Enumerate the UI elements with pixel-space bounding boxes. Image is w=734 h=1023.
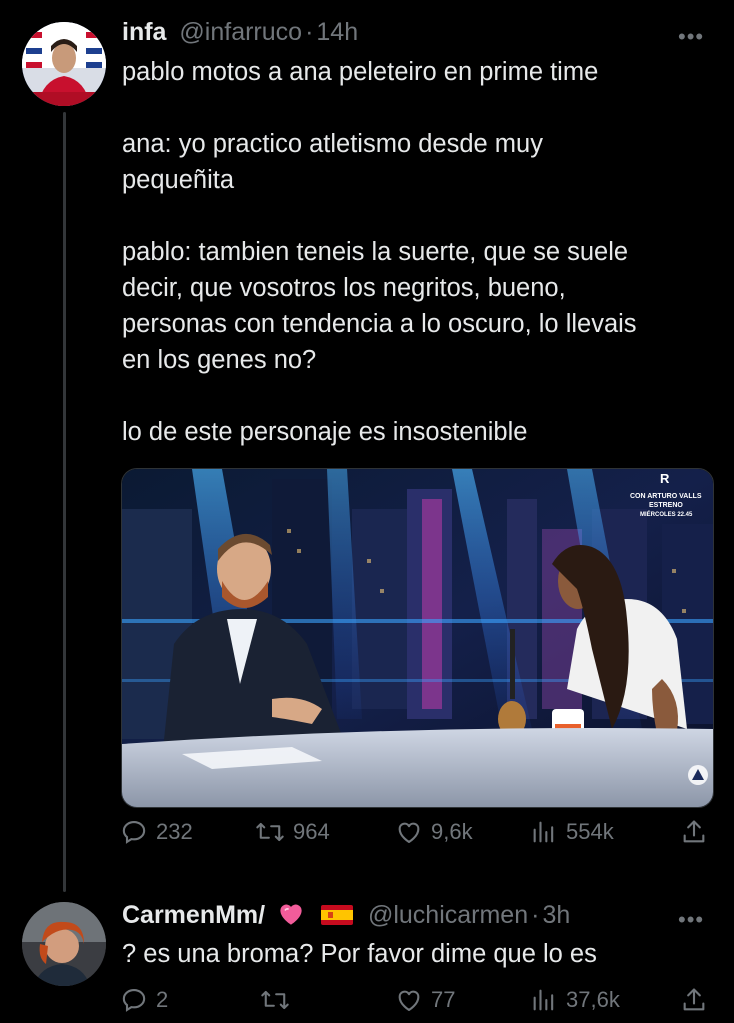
svg-text:R: R bbox=[660, 471, 670, 486]
avatar[interactable] bbox=[22, 22, 106, 106]
heart-icon bbox=[398, 822, 420, 843]
tweet-text: pablo motos a ana peleteiro en prime tim… bbox=[122, 58, 637, 446]
overlay-text-3: MIÉRCOLES 22.45 bbox=[640, 510, 693, 518]
reply-icon bbox=[122, 821, 146, 844]
reply-count: 232 bbox=[156, 819, 193, 844]
tweet-text: ? es una broma? Por favor dime que lo es bbox=[122, 940, 597, 968]
views-icon bbox=[533, 821, 554, 843]
tv-show-image: R CON ARTURO VALLS ESTRENO MIÉRCOLES 22.… bbox=[122, 469, 713, 807]
avatar-image bbox=[22, 902, 106, 986]
views-button[interactable]: 554k bbox=[530, 818, 680, 846]
views-count: 554k bbox=[566, 819, 614, 844]
reply-icon bbox=[122, 989, 146, 1012]
like-button[interactable]: 9,6k bbox=[395, 818, 530, 846]
views-count: 37,6k bbox=[566, 987, 620, 1012]
tweet-actions: 2 77 37,6k bbox=[120, 986, 715, 1014]
tweet-image[interactable]: R CON ARTURO VALLS ESTRENO MIÉRCOLES 22.… bbox=[121, 468, 714, 808]
share-button[interactable] bbox=[680, 818, 710, 846]
user-handle[interactable]: @luchicarmen bbox=[368, 901, 528, 929]
timestamp[interactable]: 14h bbox=[316, 18, 358, 46]
pink-heart-emoji-icon bbox=[280, 904, 302, 925]
tweet-header: infa @infarruco · 14h bbox=[122, 18, 358, 47]
separator: · bbox=[305, 18, 314, 46]
retweet-count: 964 bbox=[293, 819, 330, 844]
overlay-text-2: ESTRENO bbox=[649, 502, 683, 509]
tweet-1[interactable]: infa @infarruco · 14h ••• pablo motos a an… bbox=[0, 0, 734, 892]
user-handle[interactable]: @infarruco bbox=[179, 18, 302, 46]
thread-line bbox=[63, 112, 66, 892]
more-options-icon[interactable]: ••• bbox=[678, 907, 704, 933]
heart-icon bbox=[398, 990, 420, 1011]
tweet-2[interactable]: CarmenMm/ @luchicarmen · 3h ••• ? es una b… bbox=[0, 880, 734, 1023]
share-icon bbox=[683, 988, 705, 1011]
overlay-text-1: CON ARTURO VALLS bbox=[630, 493, 702, 500]
like-count: 9,6k bbox=[431, 819, 473, 844]
views-icon bbox=[533, 989, 554, 1011]
retweet-icon bbox=[256, 822, 284, 842]
reply-button[interactable]: 2 bbox=[120, 986, 260, 1014]
tweet-actions: 232 964 9,6k 554k bbox=[120, 818, 715, 846]
display-name[interactable]: infa bbox=[122, 18, 166, 46]
share-icon bbox=[683, 820, 705, 843]
separator: · bbox=[531, 901, 540, 929]
avatar[interactable] bbox=[22, 902, 106, 986]
retweet-button[interactable]: 964 bbox=[255, 818, 395, 846]
retweet-icon bbox=[261, 990, 289, 1010]
reply-button[interactable]: 232 bbox=[120, 818, 255, 846]
more-options-icon[interactable]: ••• bbox=[678, 24, 704, 50]
reply-count: 2 bbox=[156, 987, 169, 1012]
like-count: 77 bbox=[431, 987, 456, 1012]
views-button[interactable]: 37,6k bbox=[530, 986, 680, 1014]
like-button[interactable]: 77 bbox=[395, 986, 530, 1014]
share-button[interactable] bbox=[680, 986, 710, 1014]
timestamp[interactable]: 3h bbox=[542, 901, 570, 929]
display-name[interactable]: CarmenMm/ bbox=[122, 901, 265, 929]
tweet-header: CarmenMm/ @luchicarmen · 3h bbox=[122, 901, 570, 930]
spain-flag-icon bbox=[321, 905, 353, 925]
channel-logo bbox=[688, 765, 708, 785]
avatar-image bbox=[22, 22, 106, 106]
retweet-button[interactable] bbox=[260, 986, 395, 1014]
